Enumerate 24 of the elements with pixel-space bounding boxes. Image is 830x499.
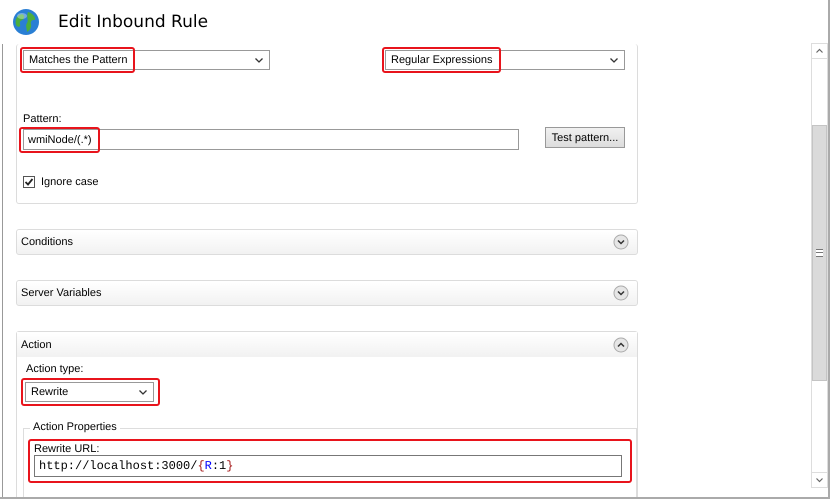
checkbox[interactable] <box>23 176 35 188</box>
caret-icon <box>255 58 263 62</box>
scrollbar[interactable] <box>811 43 828 488</box>
field-label: Rewrite URL: <box>34 443 100 455</box>
dropdown[interactable]: Rewrite <box>25 382 154 402</box>
section-header[interactable]: Server Variables <box>16 280 638 306</box>
caret-icon <box>610 58 618 62</box>
dropdown[interactable]: Matches the Pattern <box>23 50 270 70</box>
scrollbar-thumb[interactable] <box>812 125 827 381</box>
caret-icon <box>139 390 147 394</box>
field-label: Action type: <box>26 363 84 375</box>
expand-icon[interactable] <box>613 285 629 301</box>
globe-icon <box>12 8 40 36</box>
test-pattern-button[interactable]: Test pattern... <box>545 127 625 148</box>
collapse-icon[interactable] <box>613 336 629 352</box>
expand-icon[interactable] <box>613 234 629 250</box>
section-header[interactable]: Conditions <box>16 229 638 255</box>
group-title: Action Properties <box>30 421 120 433</box>
window-title: Edit Inbound Rule <box>58 12 208 32</box>
section-header[interactable]: Action <box>17 332 637 357</box>
rewrite-url-field[interactable]: http://localhost:3000/{R:1} <box>34 455 622 477</box>
field-label: Pattern: <box>23 113 63 125</box>
dropdown[interactable]: Regular Expressions <box>385 50 625 70</box>
checkbox-label: Ignore case <box>41 176 98 188</box>
